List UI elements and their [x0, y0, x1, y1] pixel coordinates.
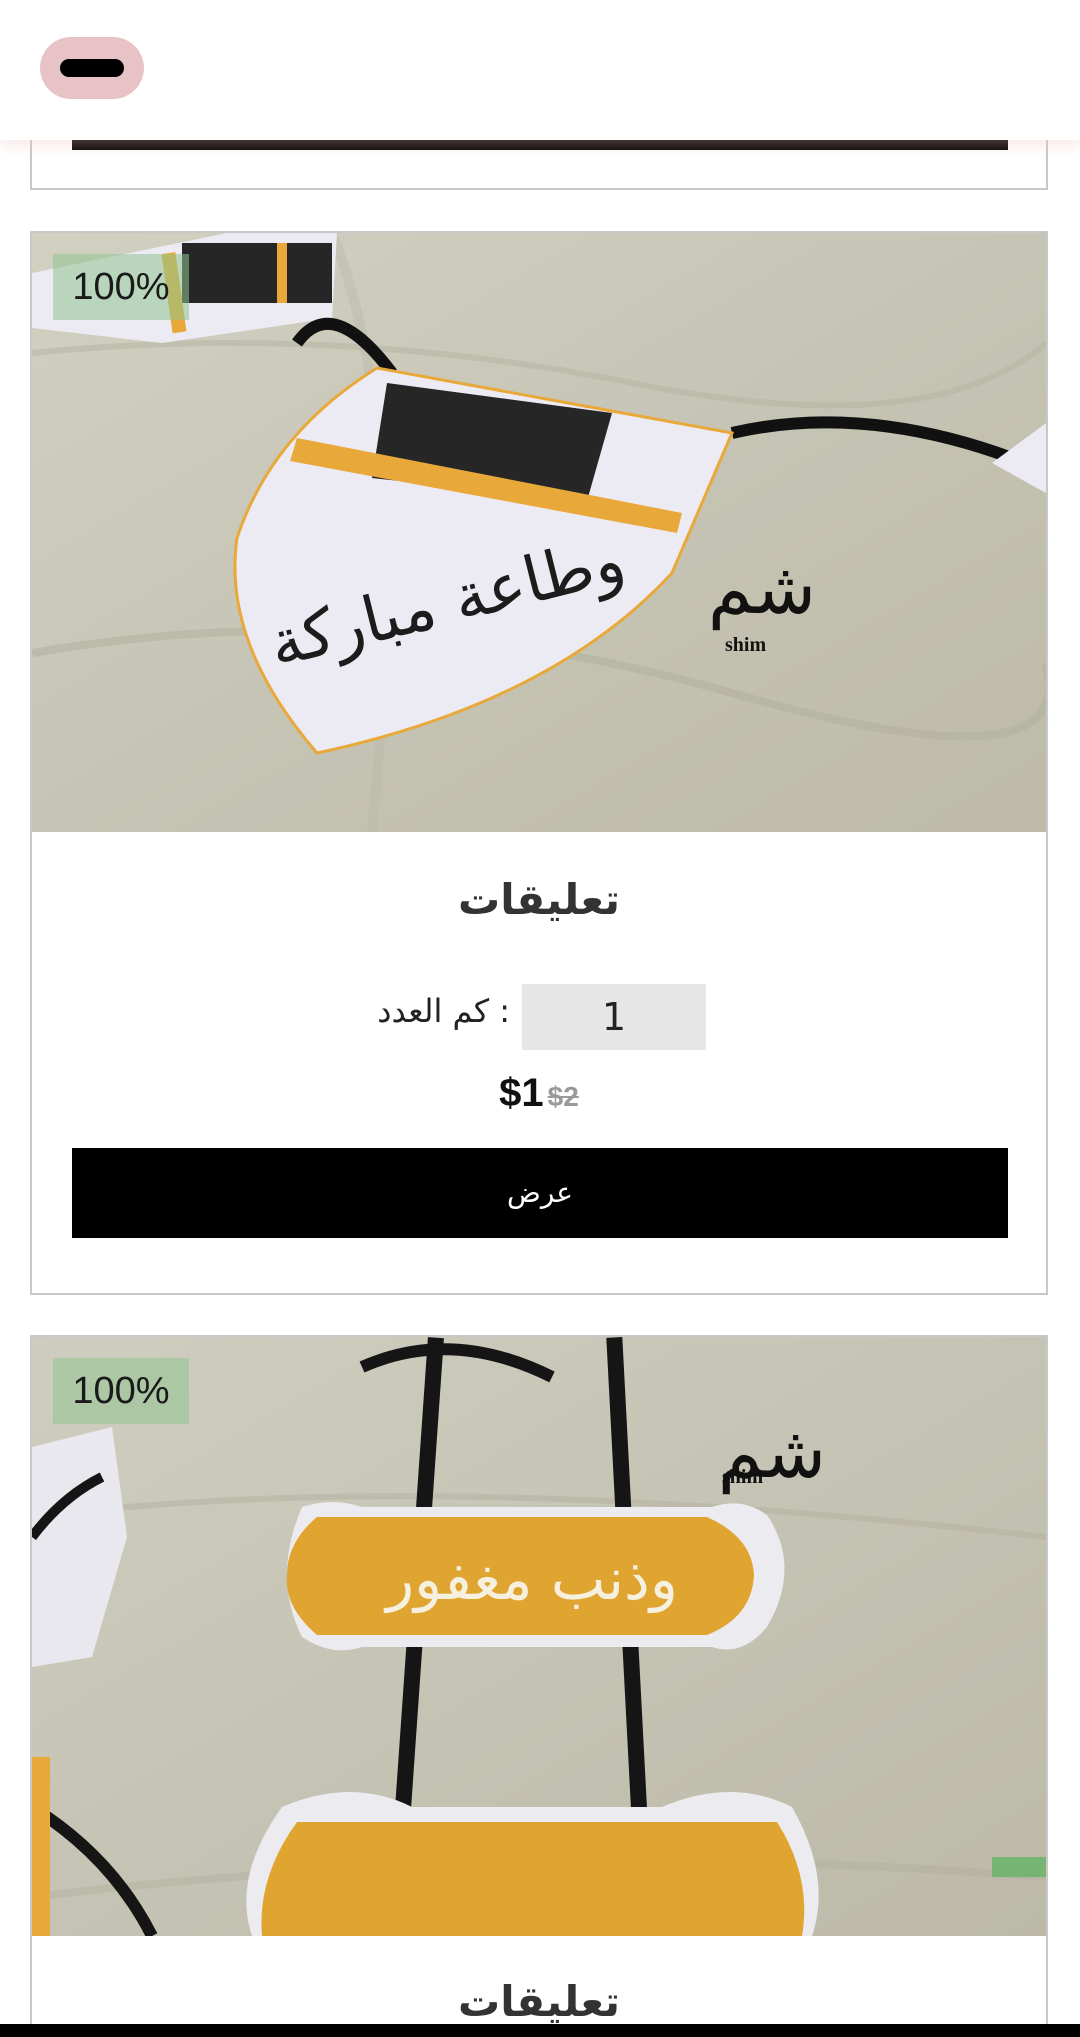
price-row: $1 $2	[32, 1068, 1046, 1118]
product-card: وطاعة مباركة شم shim 100% تعليقات : كم ا…	[30, 231, 1048, 1295]
logo-text: shim	[722, 1466, 763, 1488]
price: $1	[499, 1071, 544, 1115]
svg-text:شم: شم	[708, 546, 816, 631]
page: وطاعة مباركة شم shim 100% تعليقات : كم ا…	[0, 0, 1080, 2037]
original-price: $2	[547, 1081, 579, 1112]
quantity-row: : كم العدد	[32, 984, 1046, 1054]
top-header	[0, 0, 1080, 140]
product-title: تعليقات	[458, 875, 620, 924]
product-image[interactable]: وطاعة مباركة شم shim 100%	[32, 233, 1046, 832]
discount-badge: 100%	[53, 1358, 189, 1424]
image-calligraphy: وذنب مغفور	[383, 1545, 678, 1614]
menu-button[interactable]	[40, 37, 144, 99]
system-navigation-bar	[0, 2024, 1080, 2037]
quantity-label: : كم العدد	[377, 992, 510, 1030]
logo-text: shim	[725, 634, 766, 656]
product-photo: وطاعة مباركة شم shim	[32, 233, 1046, 832]
discount-badge: 100%	[53, 254, 189, 320]
product-photo: وذنب مغفور شم shim	[32, 1337, 1046, 1936]
menu-pill-icon	[60, 59, 124, 77]
quantity-input[interactable]	[522, 984, 706, 1050]
product-card: وذنب مغفور شم shim 100% تعليقات	[30, 1335, 1048, 2037]
view-button[interactable]: عرض	[72, 1148, 1008, 1238]
product-image[interactable]: وذنب مغفور شم shim 100%	[32, 1337, 1046, 1936]
product-title: تعليقات	[458, 1977, 620, 2026]
